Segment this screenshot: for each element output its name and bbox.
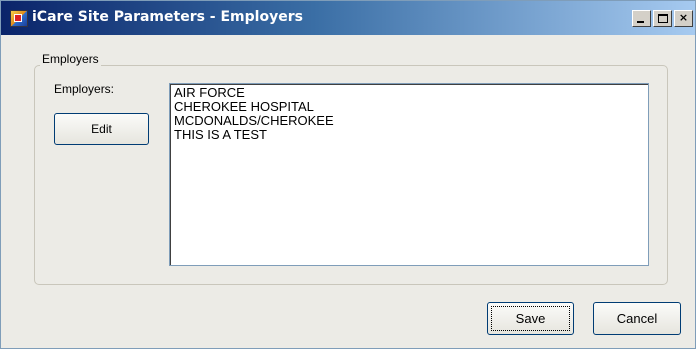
focus-ring xyxy=(491,306,570,331)
title-bar[interactable]: iCare Site Parameters - Employers × xyxy=(1,1,695,35)
minimize-icon xyxy=(637,21,644,23)
groupbox-legend: Employers xyxy=(40,52,101,66)
window-title: iCare Site Parameters - Employers xyxy=(32,9,303,25)
list-item[interactable]: CHEROKEE HOSPITAL xyxy=(174,100,644,114)
list-item[interactable]: MCDONALDS/CHEROKEE xyxy=(174,114,644,128)
maximize-button[interactable] xyxy=(653,10,672,27)
app-icon xyxy=(10,10,28,27)
save-button[interactable]: Save xyxy=(487,302,574,335)
dialog-window: iCare Site Parameters - Employers × Empl… xyxy=(0,0,696,349)
close-button[interactable]: × xyxy=(674,10,693,27)
minimize-button[interactable] xyxy=(632,10,651,27)
window-controls: × xyxy=(632,10,693,27)
edit-button[interactable]: Edit xyxy=(54,113,149,145)
close-icon: × xyxy=(678,11,689,24)
employers-listbox[interactable]: AIR FORCE CHEROKEE HOSPITAL MCDONALDS/CH… xyxy=(169,83,649,266)
list-item[interactable]: THIS IS A TEST xyxy=(174,128,644,142)
cancel-button[interactable]: Cancel xyxy=(593,302,681,335)
employers-label: Employers: xyxy=(54,82,115,96)
list-item[interactable]: AIR FORCE xyxy=(174,86,644,100)
maximize-icon xyxy=(658,14,668,23)
